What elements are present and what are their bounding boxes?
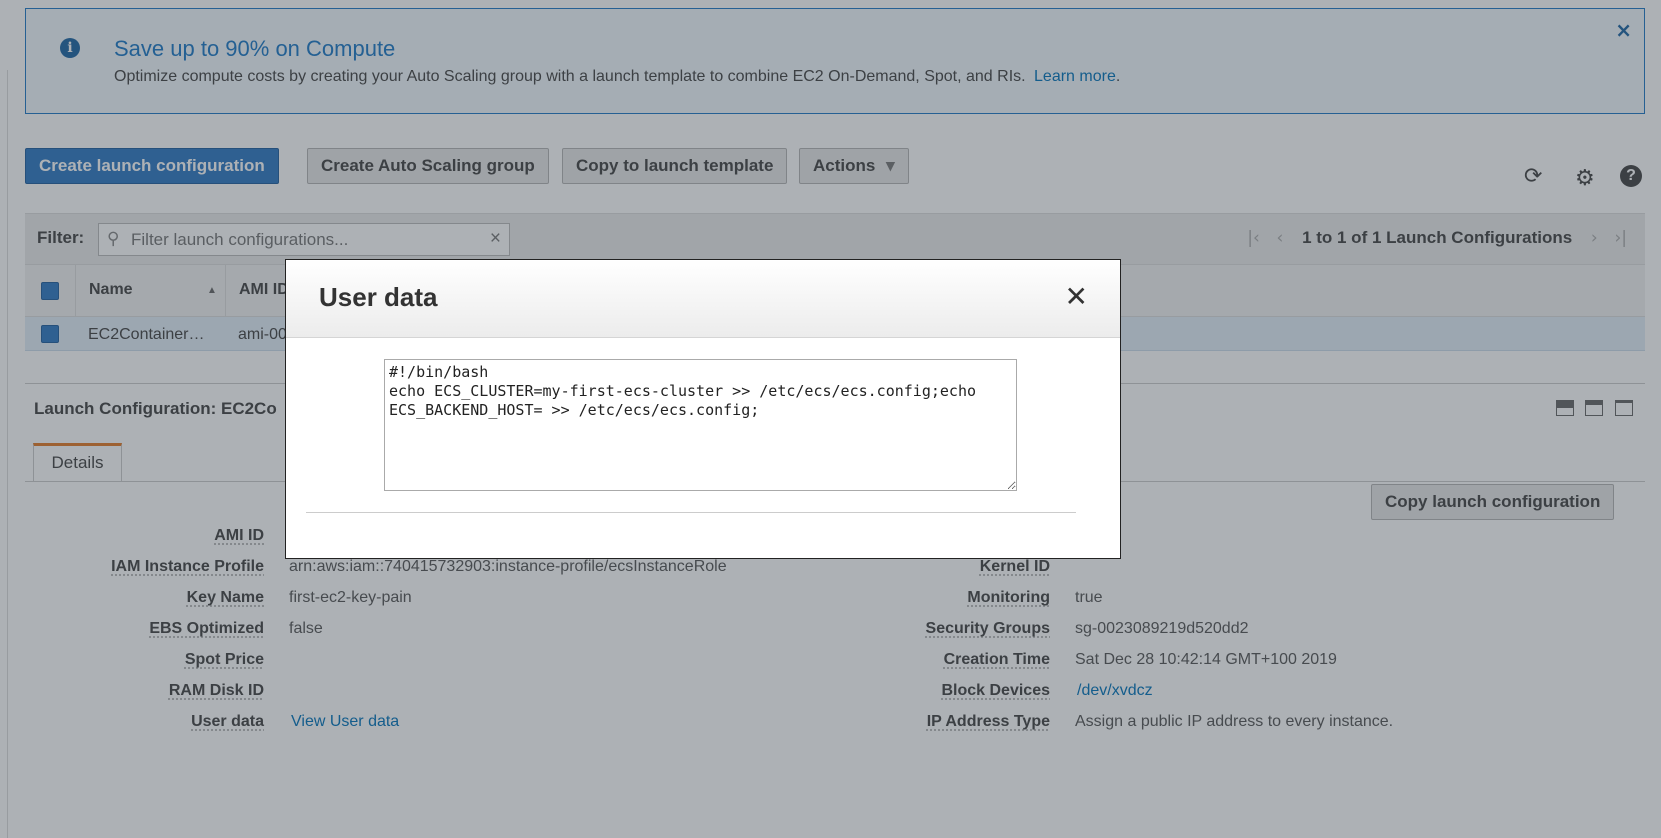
user-data-textarea[interactable]: #!/bin/bash echo ECS_CLUSTER=my-first-ec… <box>384 359 1017 491</box>
modal-header: User data ✕ <box>286 260 1120 338</box>
close-icon[interactable]: ✕ <box>1065 280 1088 313</box>
modal-footer-divider <box>306 512 1076 513</box>
user-data-modal: User data ✕ #!/bin/bash echo ECS_CLUSTER… <box>285 259 1121 559</box>
modal-title: User data <box>319 282 438 312</box>
